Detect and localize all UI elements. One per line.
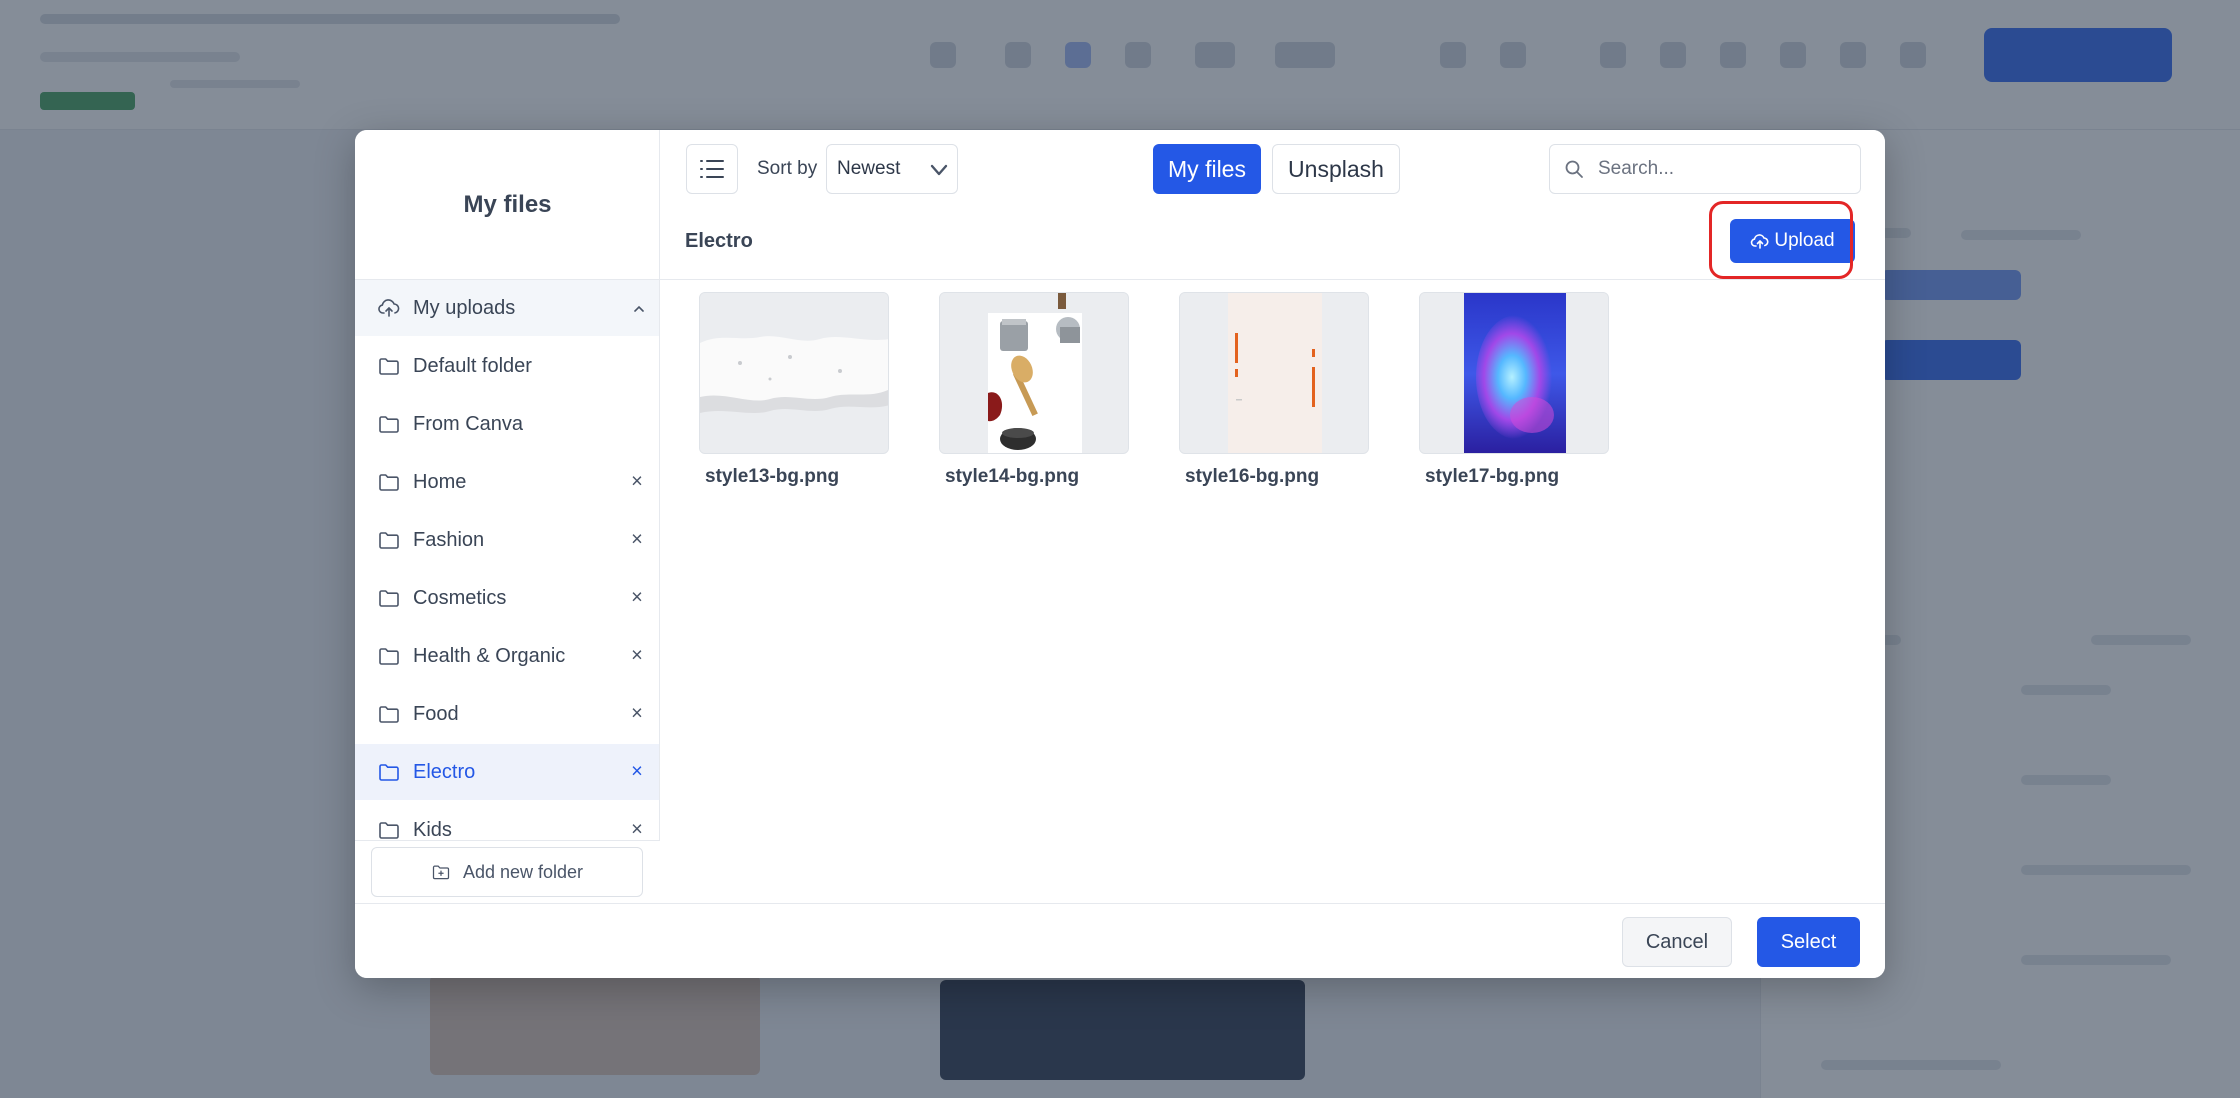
folder-label: Fashion [413,528,485,551]
gradient-abstract-image [1420,293,1608,453]
folder-icon [377,470,401,494]
folder-item-health-organic[interactable]: Health & Organic × [355,628,659,684]
file-picker-modal: My files My uploads Default folder From … [355,130,1885,978]
folder-item-food[interactable]: Food × [355,686,659,742]
folder-label: Default folder [413,354,532,377]
folder-icon [377,818,401,842]
add-folder-bar: Add new folder [355,840,660,903]
remove-folder-icon[interactable]: × [627,761,647,784]
remove-folder-icon[interactable]: × [627,645,647,668]
file-name: style17-bg.png [1425,466,1560,487]
folder-icon [377,528,401,552]
tab-my-files[interactable]: My files [1153,144,1261,194]
cloud-upload-icon [377,296,401,320]
orange-accent-image [1180,293,1368,453]
folder-label: Cosmetics [413,586,507,609]
folder-label: Home [413,470,467,493]
select-button[interactable]: Select [1757,917,1860,967]
folder-icon [377,644,401,668]
folder-label: Electro [413,760,476,783]
file-thumbnail[interactable] [699,292,889,454]
cancel-button[interactable]: Cancel [1622,917,1732,967]
file-name: style16-bg.png [1185,466,1320,487]
folder-icon [377,586,401,610]
folder-item-default-folder[interactable]: Default folder [355,338,659,394]
cloud-upload-icon [1751,234,1769,249]
file-thumbnail[interactable] [1419,292,1609,454]
chevron-up-icon[interactable] [631,300,647,316]
list-view-button[interactable] [686,144,738,194]
folder-item-electro[interactable]: Electro × [355,744,659,800]
file-thumbnail[interactable] [1179,292,1369,454]
remove-folder-icon[interactable]: × [627,587,647,610]
remove-folder-icon[interactable]: × [627,819,647,842]
add-new-folder-button[interactable]: Add new folder [371,847,643,897]
folder-label: My uploads [413,296,516,319]
remove-folder-icon[interactable]: × [627,703,647,726]
upload-button-label: Upload [1774,230,1835,251]
folder-plus-icon [432,865,450,880]
files-toolbar: Sort by Newest My files Unsplash Electro… [660,130,1885,280]
search-icon [1565,160,1583,178]
remove-folder-icon[interactable]: × [627,529,647,552]
white-foam-image [700,293,888,453]
folder-label: Food [413,702,459,725]
kitchen-items-image [940,293,1128,453]
folder-icon [377,412,401,436]
file-thumbnail[interactable] [939,292,1129,454]
sort-by-label: Sort by [757,158,818,179]
folder-item-cosmetics[interactable]: Cosmetics × [355,570,659,626]
modal-title: My files [355,130,660,280]
folder-icon [377,354,401,378]
folder-label: Kids [413,818,452,841]
list-icon [700,160,724,178]
file-name: style14-bg.png [945,466,1080,487]
add-new-folder-label: Add new folder [462,861,584,882]
folder-item-home[interactable]: Home × [355,454,659,510]
sort-select-value: Newest [837,158,901,179]
modal-footer: Cancel Select [355,903,1885,978]
sort-select[interactable]: Newest [826,144,958,194]
files-panel: Sort by Newest My files Unsplash Electro… [660,130,1885,903]
folder-item-fashion[interactable]: Fashion × [355,512,659,568]
folder-sidebar: My files My uploads Default folder From … [355,130,660,903]
folder-item-my-uploads[interactable]: My uploads [355,280,659,336]
folder-label: From Canva [413,412,524,435]
folder-label: Health & Organic [413,644,566,667]
search-box [1549,144,1861,194]
remove-folder-icon[interactable]: × [627,471,647,494]
folder-icon [377,702,401,726]
current-folder-title: Electro [685,230,753,252]
upload-button[interactable]: Upload [1730,219,1855,263]
tab-unsplash[interactable]: Unsplash [1272,144,1400,194]
file-name: style13-bg.png [705,466,840,487]
search-input[interactable] [1598,158,1848,180]
folder-item-from-canva[interactable]: From Canva [355,396,659,452]
folder-icon [377,760,401,784]
chevron-down-icon [930,164,948,176]
